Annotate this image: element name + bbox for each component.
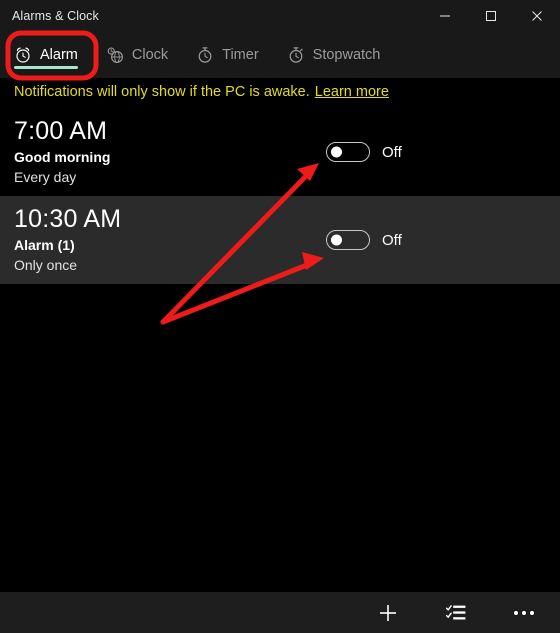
- minimize-button[interactable]: [422, 0, 468, 32]
- maximize-icon: [485, 10, 497, 22]
- plus-icon: [377, 602, 399, 624]
- active-tab-underline: [14, 66, 78, 69]
- alarm-time: 7:00 AM: [14, 117, 108, 145]
- tab-clock-label: Clock: [131, 47, 169, 63]
- alarm-list-item[interactable]: 10:30 AM Alarm (1) Only once Off: [0, 196, 560, 284]
- notification-text: Notifications will only show if the PC i…: [14, 84, 310, 100]
- alarm-list-item[interactable]: 7:00 AM Good morning Every day Off: [0, 108, 560, 196]
- window-controls: [422, 0, 560, 32]
- alarm-clock-icon: [14, 46, 32, 64]
- alarm-repeat: Every day: [14, 169, 77, 185]
- add-alarm-button[interactable]: [366, 595, 410, 631]
- select-list-icon: [446, 604, 466, 622]
- stopwatch-icon: [287, 46, 305, 64]
- learn-more-link[interactable]: Learn more: [315, 84, 389, 100]
- command-bar: [0, 592, 560, 633]
- alarm-name: Good morning: [14, 149, 111, 165]
- toggle-knob: [331, 234, 342, 246]
- alarm-toggle-group: Off: [326, 142, 402, 162]
- alarm-toggle-group: Off: [326, 230, 402, 250]
- maximize-button[interactable]: [468, 0, 514, 32]
- close-icon: [531, 10, 543, 22]
- alarm-repeat: Only once: [14, 257, 78, 273]
- tab-timer[interactable]: Timer: [182, 32, 273, 78]
- tab-bar: Alarm Clock Timer Stopwatch: [0, 32, 560, 78]
- alarm-details: 7:00 AM Good morning Every day: [0, 117, 110, 187]
- alarms-and-clock-window: Alarms & Clock Alarm Clock Timer Stopwat…: [0, 0, 560, 633]
- alarm-toggle-label: Off: [382, 231, 402, 249]
- alarm-details: 10:30 AM Alarm (1) Only once: [0, 205, 121, 275]
- timer-icon: [196, 46, 214, 64]
- alarm-toggle-switch[interactable]: [326, 230, 370, 250]
- app-title: Alarms & Clock: [12, 9, 99, 23]
- tab-timer-label: Timer: [222, 47, 259, 63]
- tab-stopwatch[interactable]: Stopwatch: [273, 32, 395, 78]
- select-alarms-button[interactable]: [434, 595, 478, 631]
- ellipsis-icon: [514, 610, 534, 615]
- alarm-toggle-switch[interactable]: [326, 142, 370, 162]
- title-bar: Alarms & Clock: [0, 0, 560, 32]
- tab-alarm[interactable]: Alarm: [0, 32, 92, 78]
- world-clock-icon: [106, 46, 124, 64]
- notification-banner: Notifications will only show if the PC i…: [0, 78, 560, 106]
- toggle-knob: [331, 146, 342, 158]
- alarm-time: 10:30 AM: [14, 205, 122, 233]
- tab-alarm-label: Alarm: [40, 47, 78, 63]
- alarm-list: 7:00 AM Good morning Every day Off 10:30…: [0, 108, 560, 284]
- tab-clock[interactable]: Clock: [92, 32, 182, 78]
- alarm-name: Alarm (1): [14, 237, 75, 253]
- minimize-icon: [439, 10, 451, 22]
- tab-stopwatch-label: Stopwatch: [312, 47, 381, 63]
- close-button[interactable]: [514, 0, 560, 32]
- alarm-toggle-label: Off: [382, 143, 402, 161]
- see-more-button[interactable]: [502, 595, 546, 631]
